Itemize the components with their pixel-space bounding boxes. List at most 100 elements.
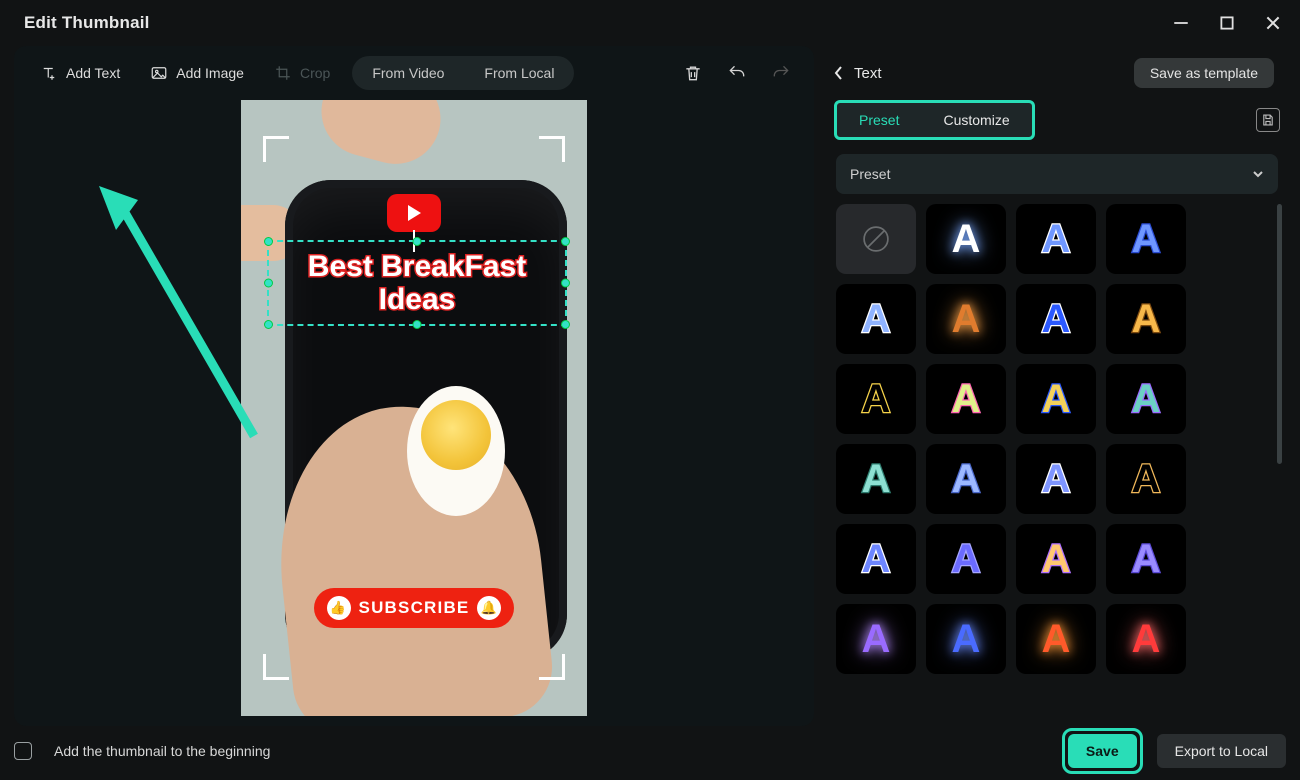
- subscribe-badge: 👍 SUBSCRIBE 🔔: [314, 588, 514, 628]
- frame-corner: [263, 136, 289, 162]
- add-text-label: Add Text: [66, 65, 120, 81]
- add-image-label: Add Image: [176, 65, 244, 81]
- text-selection-box[interactable]: Best BreakFast Ideas: [267, 240, 567, 326]
- preset-swatch[interactable]: A: [1016, 604, 1096, 674]
- preset-swatch[interactable]: [836, 204, 916, 274]
- back-button[interactable]: Text: [834, 65, 882, 82]
- text-tabs-row: Preset Customize: [822, 100, 1292, 140]
- editor-panel: Add Text Add Image Crop From Video From …: [14, 46, 814, 726]
- trash-icon: [683, 63, 703, 83]
- scene-finger: [311, 100, 450, 174]
- crop-label: Crop: [300, 65, 330, 81]
- preset-swatch[interactable]: A: [836, 524, 916, 594]
- add-image-button[interactable]: Add Image: [142, 58, 252, 88]
- preset-swatch[interactable]: A: [1106, 284, 1186, 354]
- crop-button: Crop: [266, 58, 338, 88]
- resize-handle[interactable]: [561, 279, 570, 288]
- preset-swatch[interactable]: A: [1106, 524, 1186, 594]
- preset-letter: A: [952, 537, 981, 582]
- preset-swatch[interactable]: A: [1016, 284, 1096, 354]
- preset-swatch[interactable]: A: [836, 284, 916, 354]
- thumbnail-canvas[interactable]: Best BreakFast Ideas 👍 SUBSCRIBE 🔔: [241, 100, 587, 716]
- no-style-icon: [859, 222, 893, 256]
- preset-swatch[interactable]: A: [1016, 444, 1096, 514]
- preset-letter: A: [862, 457, 891, 502]
- save-icon: [1261, 113, 1275, 127]
- scrollbar[interactable]: [1277, 204, 1282, 464]
- export-to-local-button[interactable]: Export to Local: [1157, 734, 1286, 768]
- save-as-template-button[interactable]: Save as template: [1134, 58, 1274, 88]
- canvas-area: Best BreakFast Ideas 👍 SUBSCRIBE 🔔: [14, 100, 814, 726]
- preset-letter: A: [1042, 457, 1071, 502]
- footer: Add the thumbnail to the beginning Save …: [0, 726, 1300, 776]
- preset-letter: A: [952, 617, 981, 662]
- preset-dropdown[interactable]: Preset: [836, 154, 1278, 194]
- back-label: Text: [854, 65, 882, 82]
- frame-corner: [263, 654, 289, 680]
- preset-swatch[interactable]: A: [1106, 444, 1186, 514]
- delete-button[interactable]: [678, 58, 708, 88]
- add-text-button[interactable]: Add Text: [32, 58, 128, 88]
- save-button[interactable]: Save: [1068, 734, 1137, 768]
- text-panel: Text Save as template Preset Customize P…: [822, 46, 1292, 726]
- window-controls: [1172, 14, 1282, 32]
- preset-swatch[interactable]: A: [926, 284, 1006, 354]
- save-button-highlight: Save: [1062, 728, 1143, 774]
- preset-letter: A: [952, 217, 981, 262]
- preset-letter: A: [1042, 217, 1071, 262]
- close-icon[interactable]: [1264, 14, 1282, 32]
- preset-swatch[interactable]: A: [1106, 204, 1186, 274]
- preset-swatch[interactable]: A: [1106, 604, 1186, 674]
- preset-swatch[interactable]: A: [1016, 364, 1096, 434]
- tab-customize[interactable]: Customize: [921, 103, 1031, 137]
- title-bar: Edit Thumbnail: [0, 0, 1300, 46]
- preset-swatch[interactable]: A: [926, 204, 1006, 274]
- preset-swatch[interactable]: A: [836, 604, 916, 674]
- add-to-beginning-checkbox[interactable]: [14, 742, 32, 760]
- preset-letter: A: [862, 537, 891, 582]
- redo-button[interactable]: [766, 58, 796, 88]
- preset-swatch[interactable]: A: [926, 444, 1006, 514]
- minimize-icon[interactable]: [1172, 14, 1190, 32]
- subscribe-label: SUBSCRIBE: [359, 598, 470, 618]
- main-area: Add Text Add Image Crop From Video From …: [0, 46, 1300, 726]
- from-video-tab[interactable]: From Video: [352, 56, 464, 90]
- add-text-icon: [40, 64, 58, 82]
- resize-handle[interactable]: [561, 237, 570, 246]
- resize-handle[interactable]: [561, 320, 570, 329]
- add-image-icon: [150, 64, 168, 82]
- preset-swatch[interactable]: A: [926, 524, 1006, 594]
- preset-swatch[interactable]: A: [926, 364, 1006, 434]
- maximize-icon[interactable]: [1218, 14, 1236, 32]
- preset-swatch[interactable]: A: [1016, 524, 1096, 594]
- preset-letter: A: [1042, 377, 1071, 422]
- preset-letter: A: [952, 457, 981, 502]
- undo-icon: [727, 63, 747, 83]
- from-local-tab[interactable]: From Local: [464, 56, 574, 90]
- thumbs-up-icon: 👍: [327, 596, 351, 620]
- preset-letter: A: [1042, 617, 1071, 662]
- tab-preset[interactable]: Preset: [837, 103, 921, 137]
- resize-handle[interactable]: [413, 237, 422, 246]
- preset-swatch[interactable]: A: [926, 604, 1006, 674]
- text-panel-header: Text Save as template: [822, 46, 1292, 100]
- undo-button[interactable]: [722, 58, 752, 88]
- resize-handle[interactable]: [413, 320, 422, 329]
- save-preset-button[interactable]: [1256, 108, 1280, 132]
- add-to-beginning-label: Add the thumbnail to the beginning: [54, 743, 270, 759]
- scene-egg-yolk: [421, 400, 491, 470]
- preset-letter: A: [1132, 457, 1161, 502]
- preset-swatch[interactable]: A: [836, 364, 916, 434]
- bell-icon: 🔔: [477, 596, 501, 620]
- preset-swatch[interactable]: A: [1106, 364, 1186, 434]
- overlay-text[interactable]: Best BreakFast Ideas: [269, 242, 565, 324]
- preset-swatch[interactable]: A: [1016, 204, 1096, 274]
- preset-letter: A: [862, 617, 891, 662]
- preset-letter: A: [1042, 537, 1071, 582]
- preset-swatch[interactable]: A: [836, 444, 916, 514]
- source-segment: From Video From Local: [352, 56, 574, 90]
- frame-corner: [539, 654, 565, 680]
- preset-letter: A: [952, 377, 981, 422]
- preset-letter: A: [1132, 617, 1161, 662]
- preset-customize-tabs: Preset Customize: [834, 100, 1035, 140]
